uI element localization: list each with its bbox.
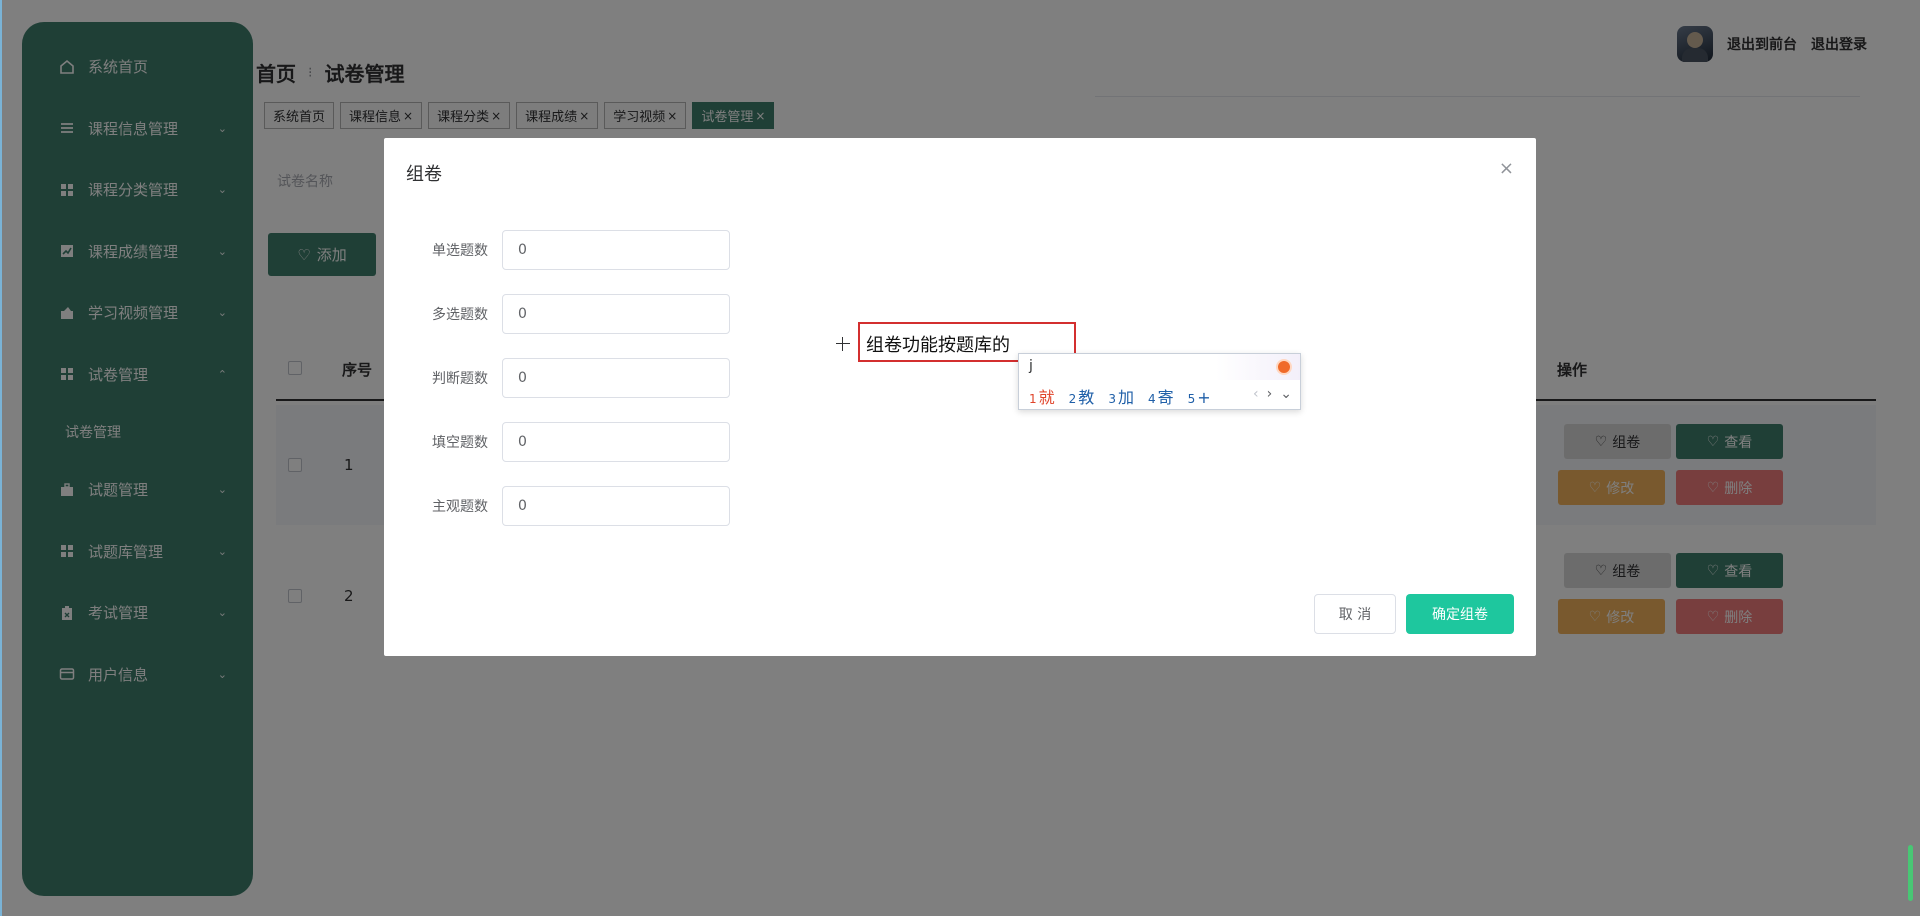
single-choice-count-field[interactable] (502, 230, 730, 270)
form-row-single-choice: 单选题数 (384, 230, 730, 270)
ime-candidate-window: j 1就 2教 3加 4寄 5 + ‹ › ⌄ (1018, 353, 1301, 410)
chevron-down-icon[interactable]: ⌄ (1280, 386, 1292, 402)
scroll-indicator (1908, 845, 1913, 901)
form-row-true-false: 判断题数 (384, 358, 730, 398)
confirm-compose-button[interactable]: 确定组卷 (1406, 594, 1514, 634)
multi-choice-count-field[interactable] (502, 294, 730, 334)
ime-typed-text: j (1029, 358, 1033, 374)
ime-input-bar (1019, 354, 1300, 380)
candidate-number: 2 (1068, 392, 1077, 406)
ime-candidate[interactable]: 2教 (1069, 384, 1095, 408)
true-false-count-field[interactable] (502, 358, 730, 398)
ime-candidate[interactable]: 4寄 (1148, 384, 1174, 408)
chevron-left-icon[interactable]: ‹ (1253, 386, 1259, 402)
candidate-number: 3 (1108, 392, 1116, 406)
ime-candidate[interactable]: 5 + (1188, 388, 1211, 407)
candidate-char: 就 (1038, 388, 1055, 407)
compose-dialog: 组卷 × 单选题数 多选题数 判断题数 填空题数 主观题数 组卷功能按题库的 j… (384, 138, 1536, 656)
ime-nav: ‹ › ⌄ (1253, 386, 1292, 402)
form-row-fill-blank: 填空题数 (384, 422, 730, 462)
field-label: 多选题数 (432, 307, 488, 323)
field-label: 单选题数 (432, 243, 488, 259)
ime-candidate[interactable]: 1就 (1029, 384, 1055, 408)
cancel-button[interactable]: 取 消 (1314, 594, 1396, 634)
ime-candidates: 1就 2教 3加 4寄 5 + (1029, 384, 1211, 408)
candidate-number: 1 (1029, 392, 1037, 406)
ime-candidate[interactable]: 3加 (1108, 384, 1134, 408)
candidate-char: 加 (1117, 388, 1134, 407)
ime-logo-icon (1276, 359, 1292, 375)
close-icon[interactable]: × (1499, 158, 1514, 179)
form-row-multi-choice: 多选题数 (384, 294, 730, 334)
candidate-number: 5 (1187, 392, 1196, 406)
candidate-number: 4 (1147, 392, 1156, 406)
candidate-char: + (1197, 388, 1211, 407)
candidate-char: 教 (1078, 388, 1095, 407)
chevron-right-icon[interactable]: › (1267, 386, 1273, 402)
window-edge (0, 0, 2, 916)
dialog-title: 组卷 (406, 164, 442, 185)
fill-blank-count-field[interactable] (502, 422, 730, 462)
subjective-count-field[interactable] (502, 486, 730, 526)
form-row-subjective: 主观题数 (384, 486, 730, 526)
field-label: 主观题数 (432, 499, 488, 515)
field-label: 填空题数 (432, 435, 488, 451)
crosshair-cursor-icon (836, 337, 850, 351)
candidate-char: 寄 (1157, 388, 1174, 407)
field-label: 判断题数 (432, 371, 488, 387)
